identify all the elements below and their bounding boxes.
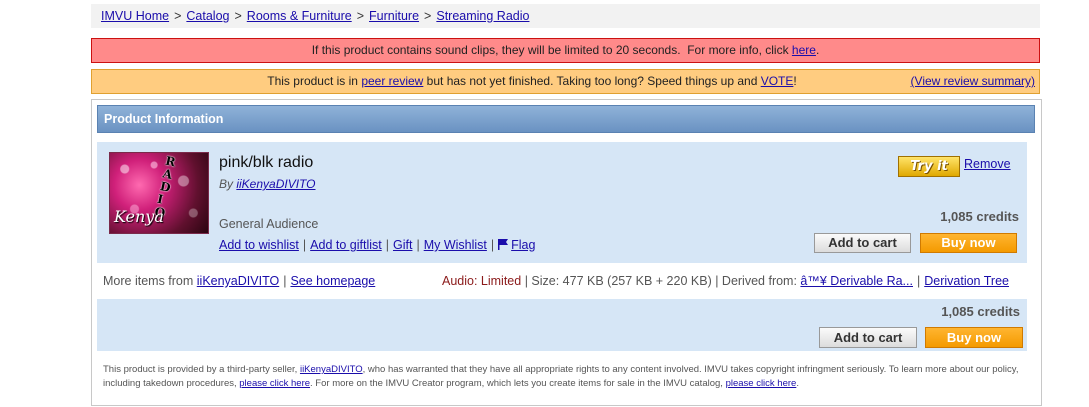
product-price: 1,085 credits bbox=[940, 209, 1019, 224]
disclaimer-part-4: . bbox=[796, 378, 799, 389]
flag-link[interactable]: Flag bbox=[511, 238, 535, 252]
panel-title: Product Information bbox=[104, 112, 224, 126]
breadcrumb-catalog[interactable]: Catalog bbox=[186, 9, 229, 23]
vote-link[interactable]: VOTE bbox=[761, 74, 794, 88]
breadcrumb-separator: > bbox=[234, 9, 242, 23]
disclaimer-part-3: . For more on the IMVU Creator program, … bbox=[310, 378, 726, 389]
breadcrumb-furniture[interactable]: Furniture bbox=[369, 9, 419, 23]
derivation-tree-link[interactable]: Derivation Tree bbox=[924, 274, 1009, 288]
sound-clip-alert: If this product contains sound clips, th… bbox=[91, 38, 1040, 63]
more-items-creator-link[interactable]: iiKenyaDIVITO bbox=[197, 274, 279, 288]
product-thumbnail[interactable]: R A D I O Kenya bbox=[109, 152, 209, 234]
peer-review-mid: but has not yet finished. Taking too lon… bbox=[423, 74, 761, 88]
sound-clip-alert-text: If this product contains sound clips, th… bbox=[311, 43, 792, 57]
divider: | bbox=[385, 238, 389, 252]
breadcrumb-imvu-home[interactable]: IMVU Home bbox=[101, 9, 169, 23]
size-info: | Size: 477 KB (257 KB + 220 KB) | Deriv… bbox=[521, 274, 801, 288]
divider: | bbox=[416, 238, 420, 252]
sound-info-link[interactable]: here bbox=[792, 43, 816, 57]
creator-link[interactable]: iiKenyaDIVITO bbox=[236, 177, 315, 191]
product-meta-row: More items from iiKenyaDIVITO | See homepa… bbox=[103, 274, 1029, 288]
derived-from-link[interactable]: â™¥ Derivable Ra... bbox=[800, 274, 913, 288]
thumbnail-signature: Kenya bbox=[114, 207, 164, 226]
divider: | bbox=[490, 238, 495, 252]
my-wishlist-link[interactable]: My Wishlist bbox=[424, 238, 487, 252]
breadcrumb-streaming-radio[interactable]: Streaming Radio bbox=[436, 9, 529, 23]
peer-review-pre: This product is in bbox=[267, 74, 362, 88]
breadcrumb-separator: > bbox=[424, 9, 432, 23]
add-to-cart-button[interactable]: Add to cart bbox=[814, 233, 911, 253]
byline-prefix: By bbox=[219, 177, 237, 191]
product-panel: Product Information R A D I O Kenya pink… bbox=[91, 99, 1042, 406]
product-byline: By iiKenyaDIVITO bbox=[219, 177, 316, 191]
flag-icon[interactable] bbox=[498, 239, 509, 250]
divider: | bbox=[302, 238, 307, 252]
seller-disclaimer: This product is provided by a third-part… bbox=[103, 363, 1021, 391]
breadcrumb-separator: > bbox=[356, 9, 365, 23]
product-summary: R A D I O Kenya pink/blk radio By iiKeny… bbox=[97, 142, 1027, 263]
peer-review-link[interactable]: peer review bbox=[361, 74, 423, 88]
creator-program-link[interactable]: please click here bbox=[726, 378, 797, 389]
panel-header: Product Information bbox=[97, 105, 1035, 133]
purchase-price: 1,085 credits bbox=[941, 304, 1020, 319]
add-to-giftlist-link[interactable]: Add to giftlist bbox=[310, 238, 382, 252]
product-title: pink/blk radio bbox=[219, 154, 314, 171]
breadcrumb: IMVU Home > Catalog > Rooms & Furniture > Furn… bbox=[91, 4, 1040, 28]
disclaimer-seller-link[interactable]: iiKenyaDIVITO bbox=[300, 364, 363, 375]
sound-clip-alert-end: . bbox=[815, 43, 820, 57]
view-review-summary-link[interactable]: (View review summary) bbox=[911, 70, 1035, 93]
breadcrumb-separator: > bbox=[174, 9, 182, 23]
try-it-button[interactable]: Try it bbox=[898, 156, 960, 177]
buy-now-button[interactable]: Buy now bbox=[920, 233, 1017, 253]
purchase-box: 1,085 credits Add to cart Buy now bbox=[97, 299, 1027, 351]
peer-review-post: ! bbox=[793, 74, 797, 88]
product-specs: Audio: Limited | Size: 477 KB (257 KB + … bbox=[442, 274, 1009, 288]
divider: | bbox=[283, 274, 287, 288]
add-to-wishlist-link[interactable]: Add to wishlist bbox=[219, 238, 299, 252]
breadcrumb-rooms-furniture[interactable]: Rooms & Furniture bbox=[247, 9, 352, 23]
audio-status: Audio: Limited bbox=[442, 274, 522, 288]
takedown-policy-link[interactable]: please click here bbox=[239, 378, 310, 389]
gift-link[interactable]: Gift bbox=[393, 238, 412, 252]
remove-link[interactable]: Remove bbox=[964, 157, 1011, 171]
disclaimer-part-1: This product is provided by a third-part… bbox=[103, 364, 300, 375]
peer-review-alert: This product is in peer review but has n… bbox=[91, 69, 1040, 94]
audience-rating: General Audience bbox=[219, 217, 319, 231]
peer-review-message: This product is in peer review but has n… bbox=[172, 70, 892, 93]
bottom-buy-now-button[interactable]: Buy now bbox=[925, 327, 1023, 348]
product-actions: Add to wishlist | Add to giftlist | Gift | My … bbox=[219, 238, 535, 252]
see-homepage-link[interactable]: See homepage bbox=[290, 274, 375, 288]
divider: | bbox=[916, 274, 921, 288]
bottom-add-to-cart-button[interactable]: Add to cart bbox=[819, 327, 917, 348]
more-items-prefix: More items from bbox=[103, 274, 197, 288]
